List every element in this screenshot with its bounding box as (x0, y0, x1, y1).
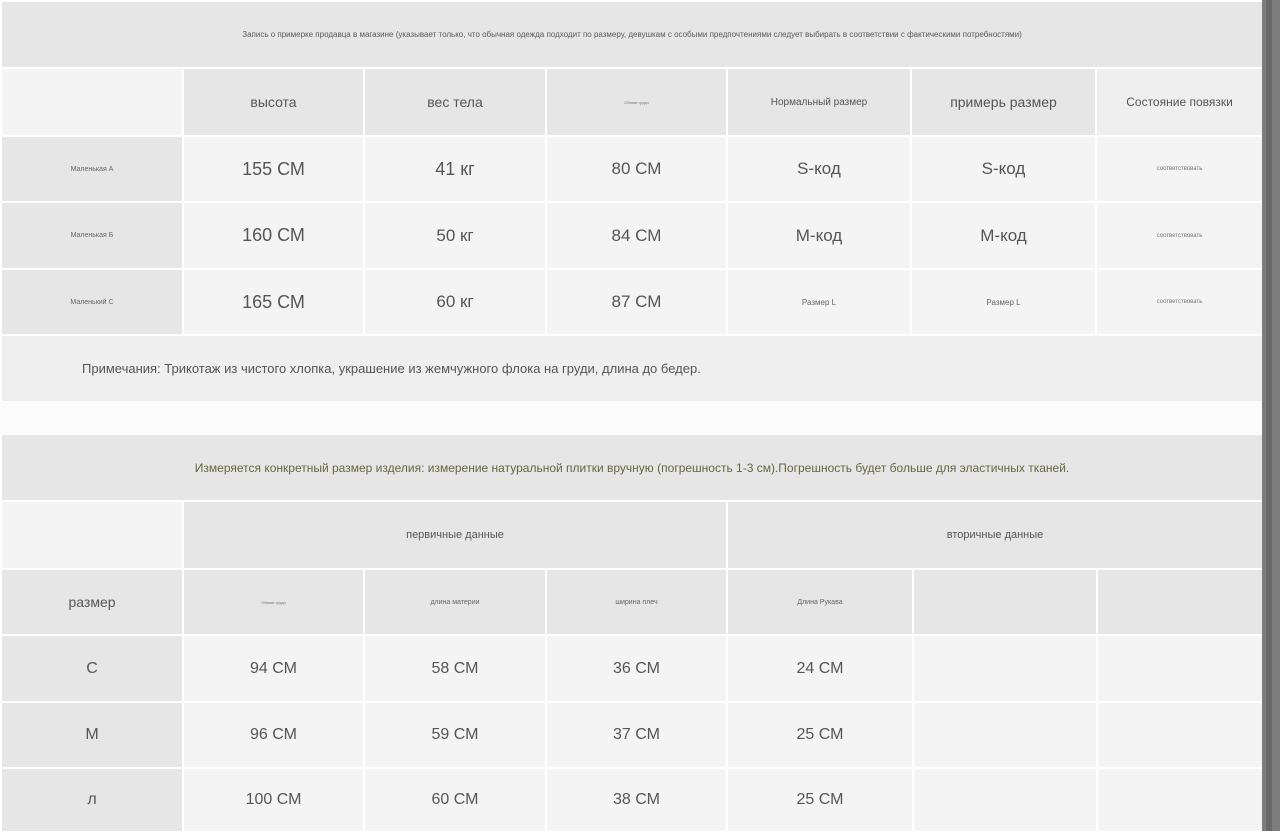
row-normal-size: М-код (726, 201, 912, 270)
fitting-note: Примечания: Трикотаж из чистого хлопка, … (0, 334, 1265, 403)
measurement-table-title: Измеряется конкретный размер изделия: из… (0, 433, 1265, 502)
row-normal-size: S-код (726, 135, 912, 203)
header-chest: Обхват груди (545, 67, 728, 137)
row-bandage-state: соответствовать (1094, 201, 1265, 270)
row-chest: 87 СМ (545, 268, 728, 336)
header-weight: вес тела (363, 67, 547, 137)
row-empty (912, 767, 1098, 833)
header-empty (912, 568, 1098, 636)
group-header-empty (0, 500, 184, 570)
header-normal-size: Нормальный размер (726, 67, 912, 137)
row-sleeve: 25 СМ (726, 767, 914, 833)
table-row: л 100 СМ 60 СМ 38 СМ 25 СМ (0, 767, 1265, 833)
table-row: Маленький С 165 СМ 60 кг 87 СМ Размер L … (0, 268, 1265, 336)
header-size: размер (0, 568, 184, 636)
right-edge-bar (1262, 0, 1280, 831)
row-tried-size: М-код (910, 201, 1097, 270)
size-chart-page: Запись о примерке продавца в магазине (у… (0, 0, 1265, 833)
row-model-name: Маленькая Б (0, 201, 184, 270)
row-chest: 80 СМ (545, 135, 728, 203)
row-sleeve: 25 СМ (726, 701, 914, 769)
row-shoulder: 37 СМ (545, 701, 728, 769)
row-empty (912, 701, 1098, 769)
row-empty (1095, 634, 1265, 703)
row-empty (1095, 767, 1265, 833)
header-length: длина материи (363, 568, 547, 636)
group-header-secondary: вторичные данные (725, 500, 1265, 570)
row-normal-size: Размер L (726, 268, 912, 336)
table-row: М 96 СМ 59 СМ 37 СМ 25 СМ (0, 701, 1265, 769)
row-chest: 94 СМ (182, 634, 365, 703)
table-row: Маленькая Б 160 СМ 50 кг 84 СМ М-код М-к… (0, 201, 1265, 270)
right-edge-bar-inner (1266, 0, 1272, 831)
row-shoulder: 36 СМ (545, 634, 728, 703)
header-height: высота (182, 67, 365, 137)
row-empty (912, 634, 1098, 703)
table-gap (0, 401, 1262, 433)
row-length: 58 СМ (363, 634, 547, 703)
row-size: М (0, 701, 184, 769)
table-row: Маленькая А 155 СМ 41 кг 80 СМ S-код S-к… (0, 135, 1265, 203)
row-height: 160 СМ (182, 201, 365, 270)
row-height: 165 СМ (182, 268, 365, 336)
row-height: 155 СМ (182, 135, 365, 203)
row-chest: 100 СМ (182, 767, 365, 833)
row-chest: 96 СМ (182, 701, 365, 769)
row-bandage-state: соответствовать (1094, 268, 1265, 336)
fitting-table-title: Запись о примерке продавца в магазине (у… (0, 0, 1265, 69)
row-chest: 84 СМ (545, 201, 728, 270)
header-tried-size: примерь размер (910, 67, 1097, 137)
row-shoulder: 38 СМ (545, 767, 728, 833)
fitting-record-table: Запись о примерке продавца в магазине (у… (0, 0, 1265, 403)
header-cell-empty (0, 67, 184, 137)
header-bandage-state: Состояние повязки (1094, 67, 1265, 137)
row-empty (1095, 701, 1265, 769)
row-bandage-state: соответствовать (1094, 135, 1265, 203)
row-weight: 50 кг (363, 201, 547, 270)
row-model-name: Маленький С (0, 268, 184, 336)
row-length: 60 СМ (363, 767, 547, 833)
header-sleeve: Длина Рукава (726, 568, 914, 636)
row-tried-size: Размер L (910, 268, 1097, 336)
header-shoulder: ширина плеч (545, 568, 728, 636)
row-size: л (0, 767, 184, 833)
row-length: 59 СМ (363, 701, 547, 769)
table-row: С 94 СМ 58 СМ 36 СМ 24 СМ (0, 634, 1265, 703)
measurement-table: Измеряется конкретный размер изделия: из… (0, 433, 1265, 833)
group-header-primary: первичные данные (182, 500, 728, 570)
header-empty (1095, 568, 1265, 636)
header-chest: Обхват груди (182, 568, 365, 636)
row-tried-size: S-код (910, 135, 1097, 203)
row-sleeve: 24 СМ (726, 634, 914, 703)
row-weight: 41 кг (363, 135, 547, 203)
row-weight: 60 кг (363, 268, 547, 336)
row-model-name: Маленькая А (0, 135, 184, 203)
row-size: С (0, 634, 184, 703)
